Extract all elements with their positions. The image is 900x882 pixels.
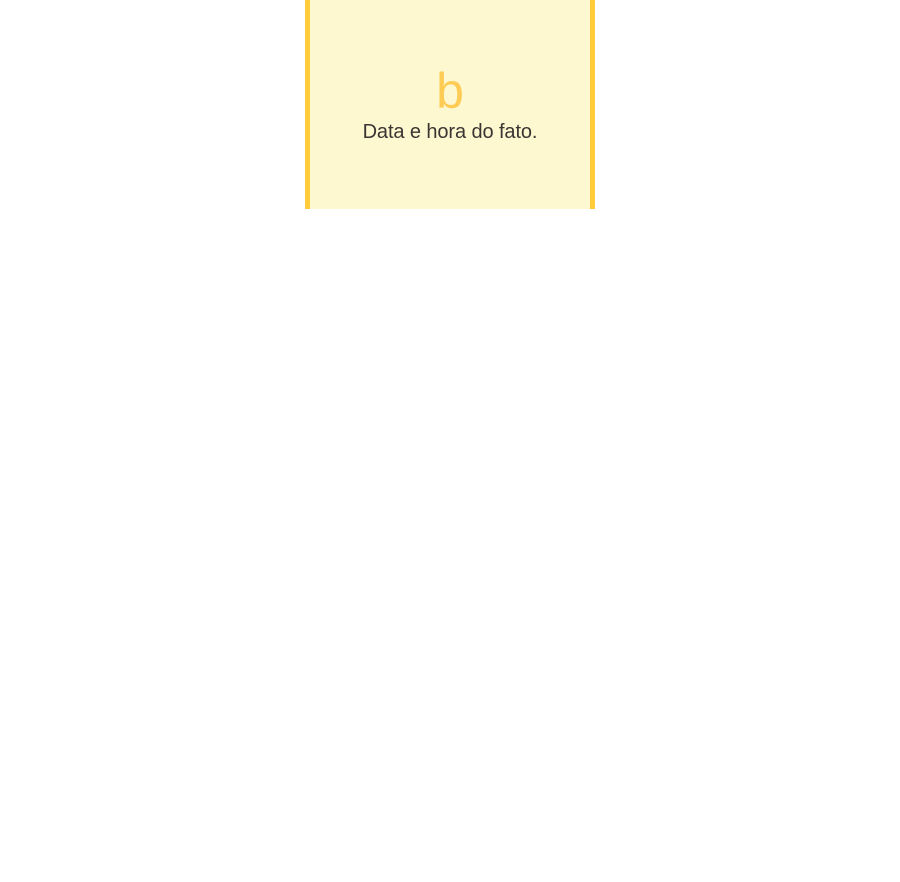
info-card: b Data e hora do fato.: [305, 0, 595, 209]
card-description: Data e hora do fato.: [362, 121, 538, 143]
card-letter: b: [436, 63, 464, 119]
